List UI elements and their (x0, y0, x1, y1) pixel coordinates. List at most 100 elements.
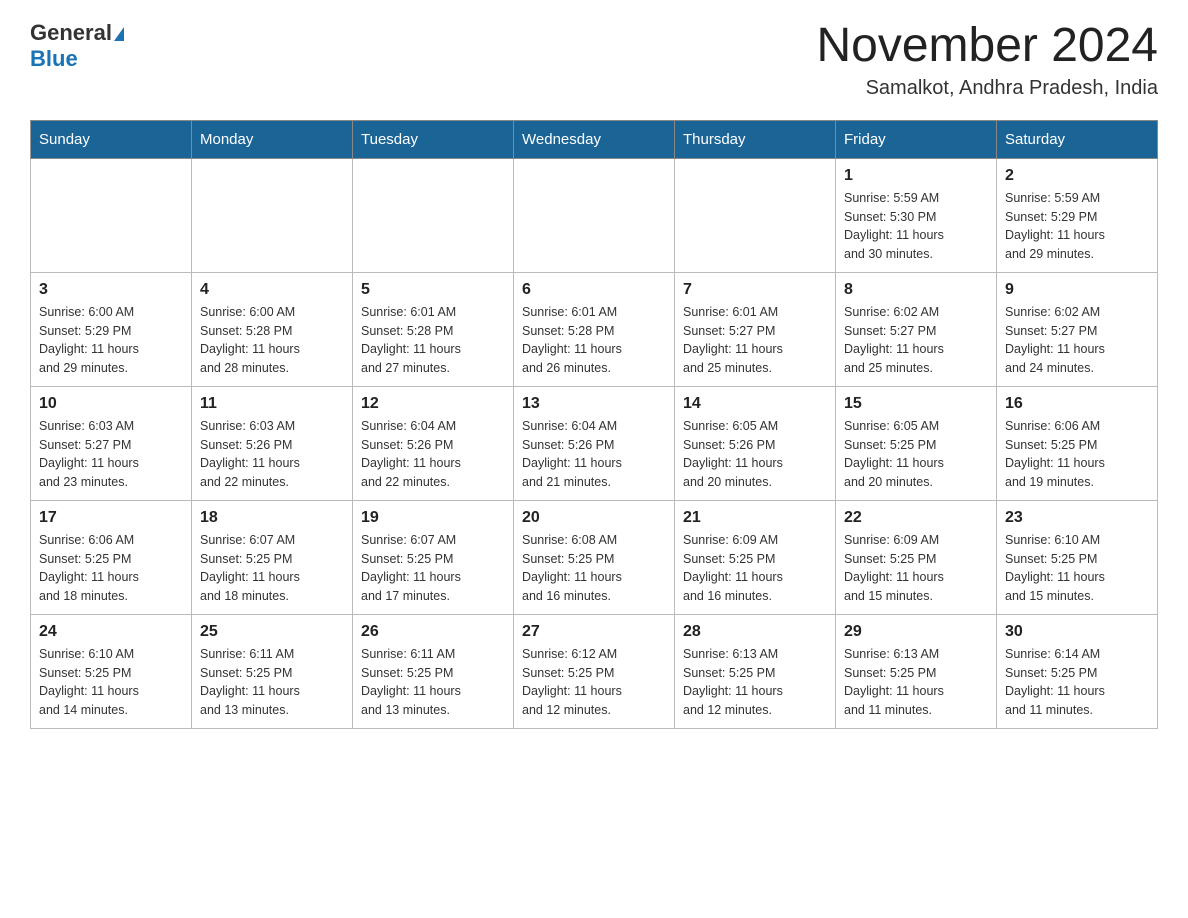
day-info: Sunrise: 6:11 AMSunset: 5:25 PMDaylight:… (200, 645, 344, 720)
calendar-cell: 26 Sunrise: 6:11 AMSunset: 5:25 PMDayligh… (353, 614, 514, 728)
calendar-week-row: 17 Sunrise: 6:06 AMSunset: 5:25 PMDayligh… (31, 500, 1158, 614)
day-number: 3 (39, 281, 183, 299)
day-number: 17 (39, 509, 183, 527)
day-info: Sunrise: 6:04 AMSunset: 5:26 PMDaylight:… (522, 417, 666, 492)
day-number: 8 (844, 281, 988, 299)
day-info: Sunrise: 6:06 AMSunset: 5:25 PMDaylight:… (1005, 417, 1149, 492)
calendar-cell: 27 Sunrise: 6:12 AMSunset: 5:25 PMDayligh… (514, 614, 675, 728)
day-number: 6 (522, 281, 666, 299)
day-info: Sunrise: 6:09 AMSunset: 5:25 PMDaylight:… (683, 531, 827, 606)
calendar-cell: 14 Sunrise: 6:05 AMSunset: 5:26 PMDayligh… (675, 386, 836, 500)
calendar-header-row: SundayMondayTuesdayWednesdayThursdayFrid… (31, 120, 1158, 158)
calendar-cell: 16Sunrise: 6:06 AMSunset: 5:25 PMDayligh… (997, 386, 1158, 500)
day-number: 20 (522, 509, 666, 527)
calendar-week-row: 24 Sunrise: 6:10 AMSunset: 5:25 PMDayligh… (31, 614, 1158, 728)
day-number: 10 (39, 395, 183, 413)
day-info: Sunrise: 6:10 AMSunset: 5:25 PMDaylight:… (39, 645, 183, 720)
calendar-cell: 15 Sunrise: 6:05 AMSunset: 5:25 PMDayligh… (836, 386, 997, 500)
day-info: Sunrise: 6:06 AMSunset: 5:25 PMDaylight:… (39, 531, 183, 606)
calendar-cell: 19Sunrise: 6:07 AMSunset: 5:25 PMDayligh… (353, 500, 514, 614)
calendar-header-monday: Monday (192, 120, 353, 158)
day-info: Sunrise: 6:01 AMSunset: 5:28 PMDaylight:… (522, 303, 666, 378)
calendar-cell: 3Sunrise: 6:00 AMSunset: 5:29 PMDaylight… (31, 272, 192, 386)
day-number: 9 (1005, 281, 1149, 299)
day-number: 4 (200, 281, 344, 299)
calendar-cell: 11 Sunrise: 6:03 AMSunset: 5:26 PMDayligh… (192, 386, 353, 500)
calendar-cell: 5 Sunrise: 6:01 AMSunset: 5:28 PMDaylight… (353, 272, 514, 386)
day-info: Sunrise: 6:09 AMSunset: 5:25 PMDaylight:… (844, 531, 988, 606)
calendar-header-friday: Friday (836, 120, 997, 158)
calendar-cell: 29 Sunrise: 6:13 AMSunset: 5:25 PMDayligh… (836, 614, 997, 728)
month-title: November 2024 (816, 20, 1158, 73)
page-header: General Blue November 2024 Samalkot, And… (30, 20, 1158, 100)
calendar-cell (192, 158, 353, 272)
day-info: Sunrise: 6:12 AMSunset: 5:25 PMDaylight:… (522, 645, 666, 720)
logo-triangle-icon (114, 27, 124, 41)
day-info: Sunrise: 6:01 AMSunset: 5:28 PMDaylight:… (361, 303, 505, 378)
day-number: 29 (844, 623, 988, 641)
logo-blue: Blue (30, 46, 78, 71)
day-number: 21 (683, 509, 827, 527)
calendar-cell: 9Sunrise: 6:02 AMSunset: 5:27 PMDaylight… (997, 272, 1158, 386)
calendar-cell: 25 Sunrise: 6:11 AMSunset: 5:25 PMDayligh… (192, 614, 353, 728)
day-info: Sunrise: 5:59 AMSunset: 5:30 PMDaylight:… (844, 189, 988, 264)
day-number: 15 (844, 395, 988, 413)
day-info: Sunrise: 6:07 AMSunset: 5:25 PMDaylight:… (200, 531, 344, 606)
calendar-cell: 8 Sunrise: 6:02 AMSunset: 5:27 PMDaylight… (836, 272, 997, 386)
day-number: 13 (522, 395, 666, 413)
calendar-cell (353, 158, 514, 272)
calendar-cell: 6 Sunrise: 6:01 AMSunset: 5:28 PMDaylight… (514, 272, 675, 386)
calendar-header-wednesday: Wednesday (514, 120, 675, 158)
day-info: Sunrise: 6:13 AMSunset: 5:25 PMDaylight:… (844, 645, 988, 720)
logo: General Blue (30, 20, 124, 72)
calendar-week-row: 1 Sunrise: 5:59 AMSunset: 5:30 PMDaylight… (31, 158, 1158, 272)
calendar-cell (514, 158, 675, 272)
calendar-week-row: 3Sunrise: 6:00 AMSunset: 5:29 PMDaylight… (31, 272, 1158, 386)
day-number: 26 (361, 623, 505, 641)
logo-general: General (30, 20, 112, 46)
calendar-cell: 13 Sunrise: 6:04 AMSunset: 5:26 PMDayligh… (514, 386, 675, 500)
day-number: 18 (200, 509, 344, 527)
day-number: 12 (361, 395, 505, 413)
calendar-cell: 28Sunrise: 6:13 AMSunset: 5:25 PMDayligh… (675, 614, 836, 728)
calendar-table: SundayMondayTuesdayWednesdayThursdayFrid… (30, 120, 1158, 729)
calendar-cell: 17 Sunrise: 6:06 AMSunset: 5:25 PMDayligh… (31, 500, 192, 614)
day-info: Sunrise: 6:03 AMSunset: 5:26 PMDaylight:… (200, 417, 344, 492)
calendar-cell: 21 Sunrise: 6:09 AMSunset: 5:25 PMDayligh… (675, 500, 836, 614)
day-info: Sunrise: 6:03 AMSunset: 5:27 PMDaylight:… (39, 417, 183, 492)
calendar-cell: 10 Sunrise: 6:03 AMSunset: 5:27 PMDayligh… (31, 386, 192, 500)
day-info: Sunrise: 6:04 AMSunset: 5:26 PMDaylight:… (361, 417, 505, 492)
calendar-cell: 20 Sunrise: 6:08 AMSunset: 5:25 PMDayligh… (514, 500, 675, 614)
calendar-week-row: 10 Sunrise: 6:03 AMSunset: 5:27 PMDayligh… (31, 386, 1158, 500)
day-number: 5 (361, 281, 505, 299)
calendar-cell: 2 Sunrise: 5:59 AMSunset: 5:29 PMDaylight… (997, 158, 1158, 272)
day-number: 25 (200, 623, 344, 641)
day-number: 1 (844, 167, 988, 185)
day-info: Sunrise: 6:07 AMSunset: 5:25 PMDaylight:… (361, 531, 505, 606)
calendar-header-tuesday: Tuesday (353, 120, 514, 158)
calendar-header-thursday: Thursday (675, 120, 836, 158)
calendar-cell: 24 Sunrise: 6:10 AMSunset: 5:25 PMDayligh… (31, 614, 192, 728)
calendar-cell: 23 Sunrise: 6:10 AMSunset: 5:25 PMDayligh… (997, 500, 1158, 614)
day-info: Sunrise: 5:59 AMSunset: 5:29 PMDaylight:… (1005, 189, 1149, 264)
day-info: Sunrise: 6:10 AMSunset: 5:25 PMDaylight:… (1005, 531, 1149, 606)
day-number: 14 (683, 395, 827, 413)
calendar-cell: 1 Sunrise: 5:59 AMSunset: 5:30 PMDaylight… (836, 158, 997, 272)
day-number: 2 (1005, 167, 1149, 185)
day-info: Sunrise: 6:05 AMSunset: 5:25 PMDaylight:… (844, 417, 988, 492)
day-info: Sunrise: 6:02 AMSunset: 5:27 PMDaylight:… (844, 303, 988, 378)
day-number: 7 (683, 281, 827, 299)
day-info: Sunrise: 6:14 AMSunset: 5:25 PMDaylight:… (1005, 645, 1149, 720)
day-info: Sunrise: 6:13 AMSunset: 5:25 PMDaylight:… (683, 645, 827, 720)
day-number: 23 (1005, 509, 1149, 527)
calendar-cell: 4Sunrise: 6:00 AMSunset: 5:28 PMDaylight… (192, 272, 353, 386)
day-number: 24 (39, 623, 183, 641)
day-info: Sunrise: 6:08 AMSunset: 5:25 PMDaylight:… (522, 531, 666, 606)
day-info: Sunrise: 6:01 AMSunset: 5:27 PMDaylight:… (683, 303, 827, 378)
day-number: 11 (200, 395, 344, 413)
day-info: Sunrise: 6:05 AMSunset: 5:26 PMDaylight:… (683, 417, 827, 492)
day-info: Sunrise: 6:11 AMSunset: 5:25 PMDaylight:… (361, 645, 505, 720)
calendar-cell: 22Sunrise: 6:09 AMSunset: 5:25 PMDayligh… (836, 500, 997, 614)
location-subtitle: Samalkot, Andhra Pradesh, India (816, 77, 1158, 100)
day-number: 27 (522, 623, 666, 641)
